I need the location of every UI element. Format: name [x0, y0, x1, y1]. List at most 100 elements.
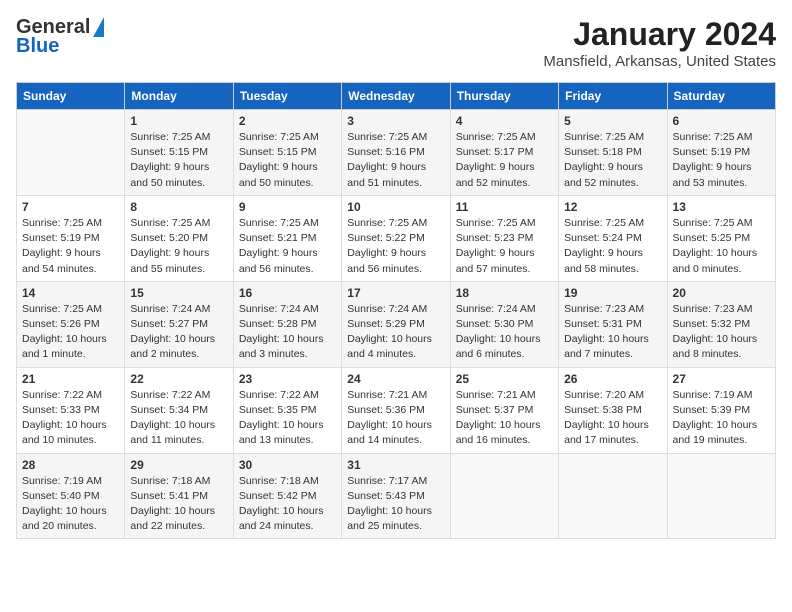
sunrise-text: Sunrise: 7:25 AM	[239, 131, 319, 143]
daylight-text: Daylight: 10 hours and 0 minutes.	[673, 247, 758, 274]
sunset-text: Sunset: 5:19 PM	[22, 232, 100, 244]
day-info: Sunrise: 7:25 AMSunset: 5:23 PMDaylight:…	[456, 216, 553, 277]
header-friday: Friday	[559, 83, 667, 110]
calendar-cell: 13Sunrise: 7:25 AMSunset: 5:25 PMDayligh…	[667, 195, 775, 281]
sunrise-text: Sunrise: 7:25 AM	[22, 303, 102, 315]
sunrise-text: Sunrise: 7:25 AM	[456, 131, 536, 143]
page-header: General Blue January 2024 Mansfield, Ark…	[16, 16, 776, 70]
day-number: 15	[130, 286, 227, 300]
daylight-text: Daylight: 10 hours and 3 minutes.	[239, 333, 324, 360]
header-saturday: Saturday	[667, 83, 775, 110]
sunrise-text: Sunrise: 7:25 AM	[564, 131, 644, 143]
calendar-header-row: SundayMondayTuesdayWednesdayThursdayFrid…	[17, 83, 776, 110]
calendar-cell: 24Sunrise: 7:21 AMSunset: 5:36 PMDayligh…	[342, 367, 450, 453]
day-number: 3	[347, 114, 444, 128]
daylight-text: Daylight: 10 hours and 10 minutes.	[22, 419, 107, 446]
day-number: 1	[130, 114, 227, 128]
day-number: 13	[673, 200, 770, 214]
day-number: 21	[22, 372, 119, 386]
calendar-week-row: 14 Sunrise: 7:25 AMSunset: 5:26 PMDayligh…	[17, 281, 776, 367]
calendar-cell: 19Sunrise: 7:23 AMSunset: 5:31 PMDayligh…	[559, 281, 667, 367]
calendar-cell: 16Sunrise: 7:24 AMSunset: 5:28 PMDayligh…	[233, 281, 341, 367]
day-info: Sunrise: 7:18 AM Sunset: 5:42 PM Daylight:…	[239, 474, 336, 535]
sunrise-text: Sunrise: 7:22 AM	[130, 389, 210, 401]
page-subtitle: Mansfield, Arkansas, United States	[543, 53, 776, 70]
calendar-cell: 28Sunrise: 7:19 AMSunset: 5:40 PMDayligh…	[17, 453, 125, 539]
calendar-cell: 11Sunrise: 7:25 AMSunset: 5:23 PMDayligh…	[450, 195, 558, 281]
calendar-cell	[667, 453, 775, 539]
sunset-text: Sunset: 5:15 PM	[130, 146, 208, 158]
daylight-text: Daylight: 9 hours and 53 minutes.	[673, 161, 752, 188]
calendar-cell: 2Sunrise: 7:25 AMSunset: 5:15 PMDaylight…	[233, 110, 341, 196]
day-info: Sunrise: 7:19 AMSunset: 5:40 PMDaylight:…	[22, 474, 119, 535]
day-info: Sunrise: 7:19 AM Sunset: 5:39 PM Daylight:…	[673, 388, 770, 449]
calendar-cell: 18Sunrise: 7:24 AMSunset: 5:30 PMDayligh…	[450, 281, 558, 367]
sunset-text: Sunset: 5:38 PM	[564, 404, 642, 416]
sunset-text: Sunset: 5:25 PM	[673, 232, 751, 244]
calendar-cell: 1 Sunrise: 7:25 AM Sunset: 5:15 PM Daylight…	[125, 110, 233, 196]
sunset-text: Sunset: 5:41 PM	[130, 490, 208, 502]
calendar-cell: 6 Sunrise: 7:25 AM Sunset: 5:19 PM Daylight…	[667, 110, 775, 196]
day-number: 10	[347, 200, 444, 214]
sunrise-text: Sunrise: 7:25 AM	[130, 217, 210, 229]
day-info: Sunrise: 7:25 AMSunset: 5:19 PMDaylight:…	[22, 216, 119, 277]
day-number: 16	[239, 286, 336, 300]
daylight-text: Daylight: 9 hours and 56 minutes.	[347, 247, 426, 274]
daylight-text: Daylight: 10 hours and 19 minutes.	[673, 419, 758, 446]
daylight-text: Daylight: 10 hours and 24 minutes.	[239, 505, 324, 532]
day-info: Sunrise: 7:25 AMSunset: 5:26 PMDaylight:…	[22, 302, 119, 363]
day-number: 27	[673, 372, 770, 386]
sunrise-text: Sunrise: 7:18 AM	[239, 475, 319, 487]
calendar-cell: 30Sunrise: 7:18 AMSunset: 5:42 PMDayligh…	[233, 453, 341, 539]
sunrise-text: Sunrise: 7:25 AM	[347, 217, 427, 229]
sunset-text: Sunset: 5:22 PM	[347, 232, 425, 244]
day-info: Sunrise: 7:22 AMSunset: 5:34 PMDaylight:…	[130, 388, 227, 449]
calendar-cell: 14 Sunrise: 7:25 AMSunset: 5:26 PMDayligh…	[17, 281, 125, 367]
daylight-text: Daylight: 10 hours and 8 minutes.	[673, 333, 758, 360]
sunrise-text: Sunrise: 7:18 AM	[130, 475, 210, 487]
sunset-text: Sunset: 5:42 PM	[239, 490, 317, 502]
header-monday: Monday	[125, 83, 233, 110]
calendar-cell: 7Sunrise: 7:25 AMSunset: 5:19 PMDaylight…	[17, 195, 125, 281]
header-wednesday: Wednesday	[342, 83, 450, 110]
sunrise-text: Sunrise: 7:19 AM	[673, 389, 753, 401]
day-info: Sunrise: 7:23 AM Sunset: 5:32 PM Daylight:…	[673, 302, 770, 363]
sunset-text: Sunset: 5:17 PM	[456, 146, 534, 158]
daylight-text: Daylight: 9 hours and 50 minutes.	[130, 161, 209, 188]
calendar-week-row: 28Sunrise: 7:19 AMSunset: 5:40 PMDayligh…	[17, 453, 776, 539]
day-info: Sunrise: 7:18 AMSunset: 5:41 PMDaylight:…	[130, 474, 227, 535]
sunset-text: Sunset: 5:20 PM	[130, 232, 208, 244]
day-number: 14	[22, 286, 119, 300]
sunset-text: Sunset: 5:32 PM	[673, 318, 751, 330]
calendar-week-row: 7Sunrise: 7:25 AMSunset: 5:19 PMDaylight…	[17, 195, 776, 281]
calendar-week-row: 1Sunrise: 7:25 AMSunset: 5:15 PMDaylight…	[17, 110, 776, 196]
logo: General Blue	[16, 16, 104, 58]
sunrise-text: Sunrise: 7:23 AM	[673, 303, 753, 315]
day-info: Sunrise: 7:25 AM Sunset: 5:19 PM Daylight:…	[673, 130, 770, 191]
day-info: Sunrise: 7:23 AMSunset: 5:31 PMDaylight:…	[564, 302, 661, 363]
sunset-text: Sunset: 5:16 PM	[347, 146, 425, 158]
header-thursday: Thursday	[450, 83, 558, 110]
day-number: 29	[130, 458, 227, 472]
day-info: Sunrise: 7:20 AMSunset: 5:38 PMDaylight:…	[564, 388, 661, 449]
day-info: Sunrise: 7:24 AMSunset: 5:27 PMDaylight:…	[130, 302, 227, 363]
calendar-cell: 15 Sunrise: 7:24 AMSunset: 5:27 PMDayligh…	[125, 281, 233, 367]
day-number: 6	[673, 114, 770, 128]
day-number: 25	[456, 372, 553, 386]
sunset-text: Sunset: 5:39 PM	[673, 404, 751, 416]
sunset-text: Sunset: 5:30 PM	[456, 318, 534, 330]
calendar-cell: 27 Sunrise: 7:19 AM Sunset: 5:39 PM Dayligh…	[667, 367, 775, 453]
calendar-cell: 10 Sunrise: 7:25 AM Sunset: 5:22 PM Dayligh…	[342, 195, 450, 281]
sunset-text: Sunset: 5:19 PM	[673, 146, 751, 158]
calendar-cell: 3Sunrise: 7:25 AMSunset: 5:16 PMDaylight…	[342, 110, 450, 196]
day-info: Sunrise: 7:25 AMSunset: 5:15 PMDaylight:…	[239, 130, 336, 191]
sunrise-text: Sunrise: 7:25 AM	[130, 131, 210, 143]
daylight-text: Daylight: 9 hours and 58 minutes.	[564, 247, 643, 274]
day-number: 17	[347, 286, 444, 300]
daylight-text: Daylight: 10 hours and 20 minutes.	[22, 505, 107, 532]
sunrise-text: Sunrise: 7:25 AM	[673, 131, 753, 143]
day-info: Sunrise: 7:25 AM Sunset: 5:22 PM Daylight:…	[347, 216, 444, 277]
sunrise-text: Sunrise: 7:23 AM	[564, 303, 644, 315]
day-number: 9	[239, 200, 336, 214]
sunset-text: Sunset: 5:36 PM	[347, 404, 425, 416]
